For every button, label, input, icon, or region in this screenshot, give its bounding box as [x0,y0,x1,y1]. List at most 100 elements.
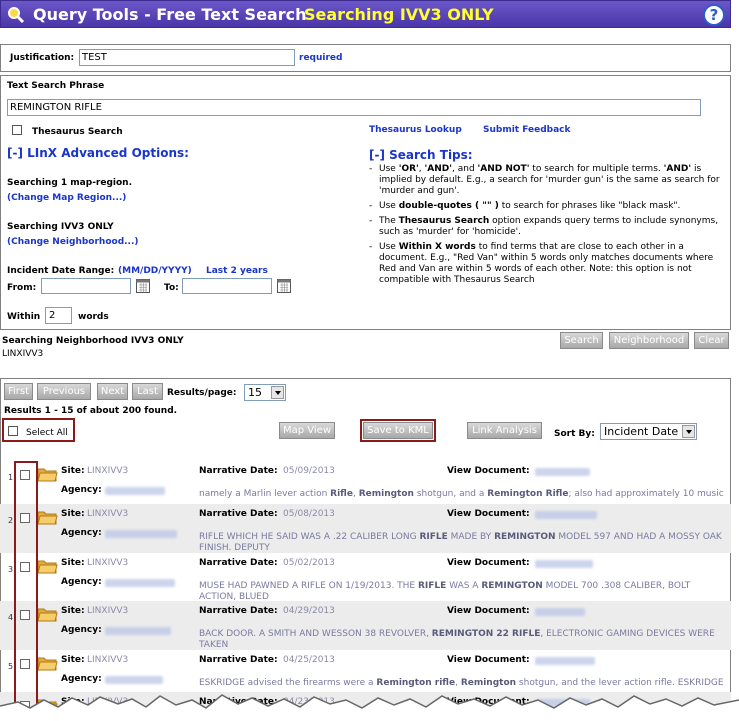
site-value[interactable]: LINXIVV3 [87,466,128,476]
folder-icon[interactable] [37,466,58,482]
change-map-region-link[interactable]: (Change Map Region...) [7,193,126,203]
result-row: 1 Site: LINXIVV3 Narrative Date: 05/09/2013 V… [0,461,731,510]
chevron-down-icon [682,425,695,438]
narrative-snippet: BACK DOOR. A SMITH AND WESSON 38 REVOLVE… [199,629,715,650]
view-document-link[interactable] [535,560,593,568]
site-label: Site: [61,606,85,616]
row-number: 4 [8,613,14,622]
help-icon[interactable]: ? [703,4,725,26]
site-label: Site: [61,466,85,476]
agency-label: Agency: [61,577,102,587]
phrase-label: Text Search Phrase [7,81,105,91]
to-label: To: [164,283,179,293]
tip-item: Use double-quotes ( "" ) to search for p… [369,201,724,212]
calendar-icon[interactable] [277,279,291,293]
view-document-label: View Document: [447,509,530,519]
sort-by-select[interactable]: Incident Date [600,423,697,440]
within-label: Within [7,312,41,322]
view-document-link[interactable] [535,657,595,665]
agency-label: Agency: [61,625,102,635]
search-button[interactable]: Search [560,332,603,349]
magnifier-app-icon [8,7,25,24]
row-number: 3 [8,565,14,574]
site-value[interactable]: LINXIVV3 [87,558,128,568]
narrative-date-value: 05/08/2013 [283,509,335,519]
narrative-date-label: Narrative Date: [199,606,278,616]
select-all-checkbox[interactable] [8,426,18,436]
results-per-page-label: Results/page: [167,388,237,398]
to-date-input[interactable] [182,278,272,294]
date-format-hint: (MM/DD/YYYY) [118,266,192,276]
thesaurus-checkbox[interactable] [12,125,22,135]
next-page-button[interactable]: Next [97,383,128,400]
last-page-button[interactable]: Last [132,383,163,400]
within-words-input[interactable] [45,307,72,324]
narrative-date-label: Narrative Date: [199,466,278,476]
agency-label: Agency: [61,528,102,538]
site-value[interactable]: LINXIVV3 [87,655,128,665]
search-phrase-input[interactable] [7,99,701,116]
link-analysis-button[interactable]: Link Analysis [467,422,542,439]
advanced-options-toggle[interactable]: [-] LInX Advanced Options: [7,146,189,160]
row-number: 1 [8,473,14,482]
from-date-input[interactable] [41,278,131,294]
scope-subtitle: Searching IVV3 ONLY [304,5,494,24]
view-document-label: View Document: [447,655,530,665]
folder-icon[interactable] [37,509,58,525]
narrative-date-label: Narrative Date: [199,655,278,665]
agency-value [105,487,165,495]
row-number: 2 [8,516,14,525]
agency-value [105,530,177,538]
narrative-date-label: Narrative Date: [199,558,278,568]
calendar-icon[interactable] [136,279,150,293]
folder-icon[interactable] [37,606,58,622]
clear-button[interactable]: Clear [694,332,729,349]
site-value[interactable]: LINXIVV3 [87,606,128,616]
title-bar: Query Tools - Free Text Search Searching… [0,0,731,28]
narrative-snippet: MUSE HAD PAWNED A RIFLE ON 1/19/2013. TH… [199,581,691,602]
save-to-kml-button[interactable]: Save to KML [360,419,436,442]
date-range-label: Incident Date Range: [7,266,115,276]
justification-label: Justification: [10,53,75,63]
narrative-snippet: namely a Marlin lever action Rifle, Remi… [199,489,724,499]
previous-page-button[interactable]: Previous [37,383,91,400]
results-summary: Results 1 - 15 of about 200 found. [4,406,178,416]
narrative-date-label: Narrative Date: [199,509,278,519]
folder-icon[interactable] [37,655,58,671]
narrative-date-value: 04/29/2013 [283,606,335,616]
neighborhood-button[interactable]: Neighborhood [609,332,689,349]
neighborhood-value: LINXIVV3 [2,349,44,359]
search-panel: Text Search Phrase Thesaurus Search Thes… [0,75,731,330]
narrative-date-value: 04/25/2013 [283,655,335,665]
map-region-text: Searching 1 map-region. [7,178,133,188]
last-2-years-link[interactable]: Last 2 years [206,266,268,276]
neighborhood-heading: Searching Neighborhood IVV3 ONLY [2,336,184,346]
justification-input[interactable] [79,49,295,66]
view-document-label: View Document: [447,606,530,616]
first-page-button[interactable]: First [4,383,33,400]
change-neighborhood-link[interactable]: (Change Neighborhood...) [7,237,139,247]
page-title: Query Tools - Free Text Search [33,5,307,24]
submit-feedback-link[interactable]: Submit Feedback [483,125,571,135]
view-document-label: View Document: [447,466,530,476]
map-view-button[interactable]: Map View [279,422,335,439]
view-document-label: View Document: [447,558,530,568]
results-per-page-select[interactable]: 15 [244,384,286,401]
justification-row: Justification: required [0,44,731,72]
folder-icon[interactable] [37,558,58,574]
result-row: 2 Site: LINXIVV3 Narrative Date: 05/08/2013 V… [0,504,731,553]
tip-item: The Thesaurus Search option expands quer… [369,216,724,238]
search-tips-toggle[interactable]: [-] Search Tips: [369,148,473,162]
chevron-down-icon [271,386,284,399]
view-document-link[interactable] [535,468,590,476]
view-document-link[interactable] [535,608,585,616]
search-tips-list: Use 'OR', 'AND', and 'AND NOT' to search… [369,164,724,290]
narrative-snippet: RIFLE WHICH HE SAID WAS A .22 CALIBER LO… [199,532,722,553]
narrative-date-value: 05/02/2013 [283,558,335,568]
site-value[interactable]: LINXIVV3 [87,509,128,519]
from-label: From: [7,283,37,293]
tip-item: Use 'OR', 'AND', and 'AND NOT' to search… [369,164,724,197]
thesaurus-lookup-link[interactable]: Thesaurus Lookup [369,125,462,135]
words-label: words [78,312,109,322]
view-document-link[interactable] [535,511,597,519]
